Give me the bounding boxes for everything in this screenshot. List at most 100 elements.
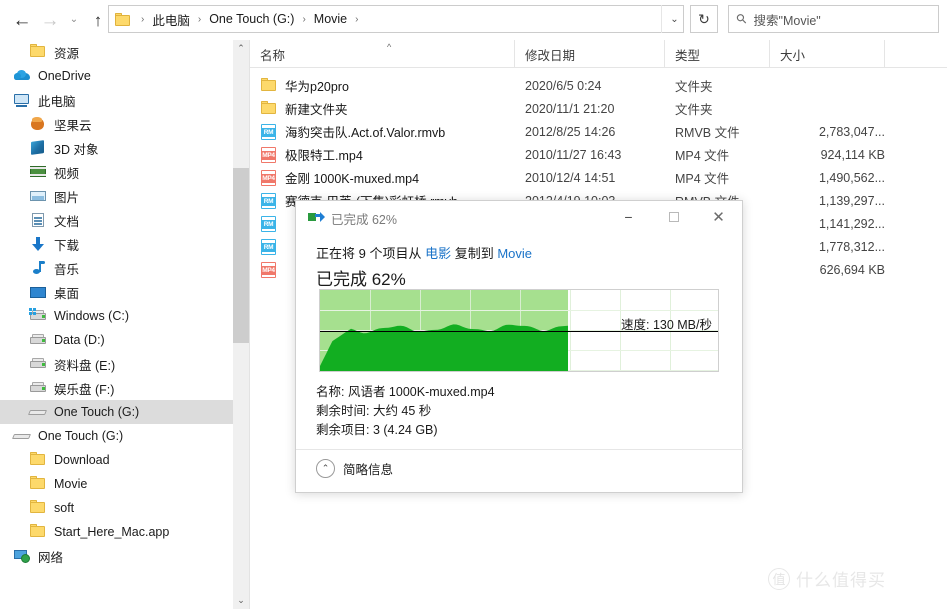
sidebar-item-13[interactable]: 资料盘 (E:) xyxy=(0,352,233,376)
sidebar-item-label: 3D 对象 xyxy=(54,142,99,157)
sidebar-item-label: 坚果云 xyxy=(54,118,92,133)
refresh-icon: ↻ xyxy=(698,10,710,27)
search-input[interactable]: ⚲ 搜索"Movie" xyxy=(728,5,939,33)
folder-icon xyxy=(115,12,131,26)
maximize-button[interactable] xyxy=(651,201,696,232)
folder-icon xyxy=(260,100,278,118)
sidebar-item-4[interactable]: 3D 对象 xyxy=(0,136,233,160)
sidebar-item-8[interactable]: 下载 xyxy=(0,232,233,256)
file-type-cell: MP4 文件 xyxy=(675,172,730,186)
file-size-cell: 924,114 KB xyxy=(820,147,885,162)
table-row[interactable]: 新建文件夹 2020/11/1 21:20 文件夹 xyxy=(250,97,947,120)
sidebar-item-label: Windows (C:) xyxy=(54,309,130,323)
column-header-1[interactable]: 修改日期 xyxy=(515,40,665,68)
sidebar-item-16[interactable]: One Touch (G:) xyxy=(0,424,233,448)
windows-drive-icon xyxy=(28,307,48,325)
sidebar-item-label: 图片 xyxy=(54,190,80,205)
folder-icon xyxy=(28,451,48,469)
file-size-cell xyxy=(780,74,885,97)
table-row[interactable]: 华为p20pro 2020/6/5 0:24 文件夹 xyxy=(250,74,947,97)
back-button[interactable]: ← xyxy=(8,5,36,35)
header-separator xyxy=(250,67,947,68)
scrollbar-thumb[interactable] xyxy=(233,168,249,343)
watermark-text: 什么值得买 xyxy=(796,571,886,590)
refresh-button[interactable]: ↻ xyxy=(690,5,718,33)
sidebar-item-6[interactable]: 图片 xyxy=(0,184,233,208)
less-details-label: 简略信息 xyxy=(343,463,394,477)
sidebar-item-label: OneDrive xyxy=(38,69,91,83)
sidebar-item-9[interactable]: 音乐 xyxy=(0,256,233,280)
external-drive-icon xyxy=(27,403,48,421)
dialog-separator xyxy=(296,449,744,450)
sidebar-item-0[interactable]: 资源 xyxy=(0,40,233,64)
breadcrumb-separator: › xyxy=(355,13,359,25)
sidebar-item-2[interactable]: 此电脑 xyxy=(0,88,233,112)
detail-time-remaining: 剩余时间: 大约 45 秒 xyxy=(316,404,432,418)
sidebar-item-5[interactable]: 视频 xyxy=(0,160,233,184)
breadcrumb-item-2[interactable]: Movie xyxy=(312,12,349,26)
mp4-file-icon: MP4 xyxy=(260,169,278,187)
this-pc-icon xyxy=(12,91,32,109)
sidebar-item-11[interactable]: Windows (C:) xyxy=(0,304,233,328)
sidebar-item-18[interactable]: Movie xyxy=(0,472,233,496)
drive-icon xyxy=(28,331,48,349)
recent-locations-button[interactable]: ⌄ xyxy=(64,5,84,35)
network-icon xyxy=(12,547,32,565)
folder-icon xyxy=(28,475,48,493)
file-size-cell: 1,490,562... xyxy=(818,170,885,185)
less-details-toggle[interactable]: ⌃ 简略信息 xyxy=(316,459,393,478)
breadcrumb-item-0[interactable]: 此电脑 xyxy=(150,10,192,29)
detail-current-name: 名称: 风语者 1000K-muxed.mp4 xyxy=(316,385,495,399)
mp4-file-icon: MP4 xyxy=(260,261,278,279)
breadcrumb-item-1[interactable]: One Touch (G:) xyxy=(207,12,296,26)
sidebar-item-label: 文档 xyxy=(54,214,80,229)
rm-file-icon: RM xyxy=(260,192,278,210)
file-size-cell: 2,783,047... xyxy=(818,124,885,139)
progress-percent-label: 已完成 62% xyxy=(316,270,406,289)
file-name-cell: RM xyxy=(260,212,285,235)
file-type-cell: 文件夹 xyxy=(675,80,713,94)
close-button[interactable]: ✕ xyxy=(696,201,741,232)
sidebar-item-12[interactable]: Data (D:) xyxy=(0,328,233,352)
chevron-up-icon: ⌃ xyxy=(316,459,335,478)
copy-icon xyxy=(308,212,325,223)
sidebar-item-15[interactable]: One Touch (G:) xyxy=(0,400,233,424)
address-dropdown-button[interactable]: ⌄ xyxy=(661,5,687,33)
minimize-button[interactable]: − xyxy=(606,201,651,232)
breadcrumb-separator: › xyxy=(302,13,306,25)
sidebar-item-7[interactable]: 文档 xyxy=(0,208,233,232)
file-type-cell: RMVB 文件 xyxy=(675,126,740,140)
sidebar-item-10[interactable]: 桌面 xyxy=(0,280,233,304)
column-header-3[interactable]: 大小 xyxy=(770,40,885,68)
sidebar-item-label: 音乐 xyxy=(54,262,80,277)
downloads-icon xyxy=(28,235,48,253)
3d-objects-icon xyxy=(28,139,48,157)
sidebar-item-21[interactable]: 网络 xyxy=(0,544,233,568)
table-row[interactable]: MP4 金刚 1000K-muxed.mp4 2010/12/4 14:51 MP4 … xyxy=(250,166,947,189)
table-row[interactable]: RM 海豹突击队.Act.of.Valor.rmvb 2012/8/25 14:26… xyxy=(250,120,947,143)
sidebar-scrollbar[interactable]: ⌃ ⌄ xyxy=(233,40,249,609)
sidebar-item-label: One Touch (G:) xyxy=(54,405,140,419)
external-drive-icon xyxy=(11,427,32,445)
scroll-up-icon[interactable]: ⌃ xyxy=(233,40,249,57)
address-bar[interactable]: › 此电脑 › One Touch (G:) › Movie › xyxy=(108,5,684,33)
destination-folder-link[interactable]: Movie xyxy=(497,246,532,261)
onedrive-icon xyxy=(12,67,32,85)
sidebar-item-19[interactable]: soft xyxy=(0,496,233,520)
source-folder-link[interactable]: 电影 xyxy=(425,246,451,261)
table-row[interactable]: MP4 极限特工.mp4 2010/11/27 16:43 MP4 文件 924,114… xyxy=(250,143,947,166)
sidebar-item-1[interactable]: OneDrive xyxy=(0,64,233,88)
forward-button[interactable]: → xyxy=(36,5,64,35)
column-header-row: 名称 修改日期 类型 大小 ^ xyxy=(250,40,947,68)
column-header-0[interactable]: 名称 xyxy=(250,40,515,68)
dialog-title-bar[interactable]: 已完成 62% − ✕ xyxy=(296,201,744,233)
column-header-2[interactable]: 类型 xyxy=(665,40,770,68)
folder-icon xyxy=(28,523,48,541)
sidebar-item-17[interactable]: Download xyxy=(0,448,233,472)
scroll-down-icon[interactable]: ⌄ xyxy=(233,592,249,609)
file-name-cell: MP4 金刚 1000K-muxed.mp4 xyxy=(260,166,419,189)
sidebar-item-14[interactable]: 娱乐盘 (F:) xyxy=(0,376,233,400)
sidebar-item-20[interactable]: Start_Here_Mac.app xyxy=(0,520,233,544)
desktop-icon xyxy=(28,283,48,301)
sidebar-item-3[interactable]: 坚果云 xyxy=(0,112,233,136)
